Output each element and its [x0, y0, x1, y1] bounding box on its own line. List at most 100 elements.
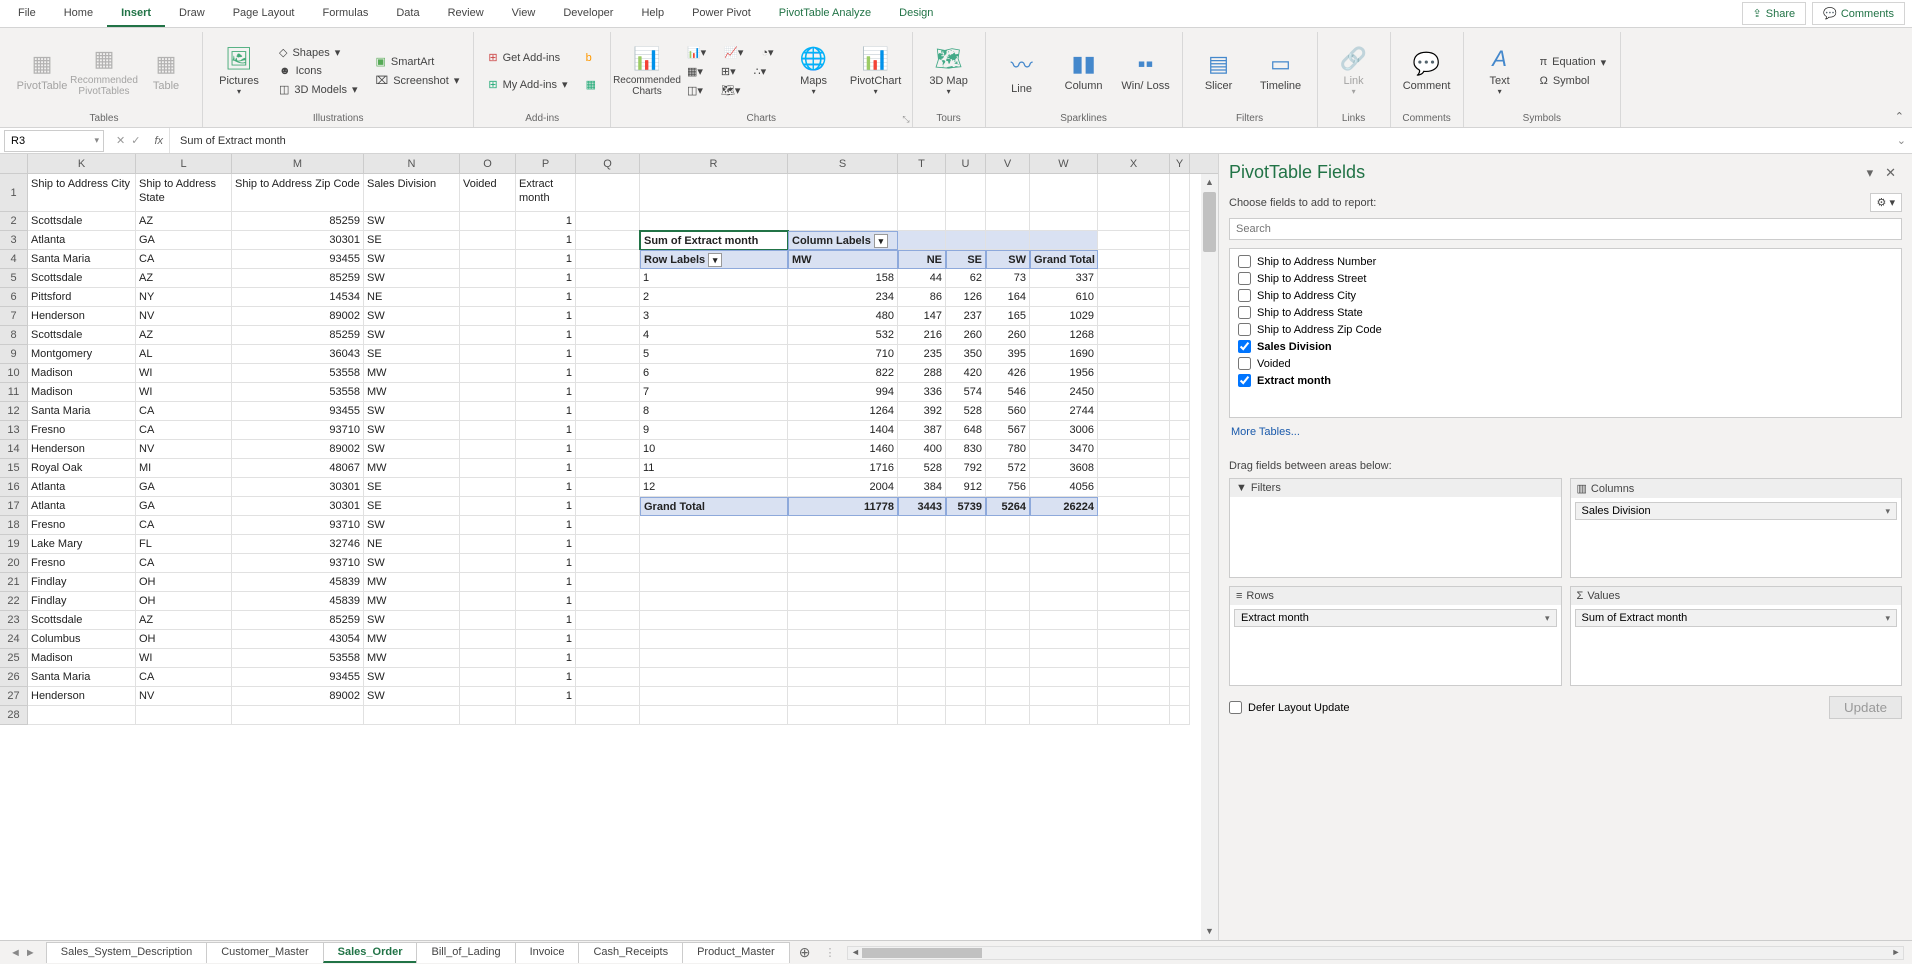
field-search-input[interactable]: [1229, 218, 1902, 240]
cell[interactable]: 384: [898, 478, 946, 497]
cell[interactable]: 45839: [232, 573, 364, 592]
cell[interactable]: 994: [788, 383, 898, 402]
sheet-nav-next[interactable]: ►: [25, 947, 36, 959]
cell[interactable]: 912: [946, 478, 986, 497]
cell[interactable]: [576, 459, 640, 478]
cell[interactable]: SE: [946, 250, 986, 269]
cell[interactable]: [1098, 231, 1170, 250]
cell[interactable]: [946, 668, 986, 687]
defer-checkbox[interactable]: [1229, 701, 1242, 714]
cell[interactable]: MI: [136, 459, 232, 478]
field-ship-to-address-zip-code[interactable]: Ship to Address Zip Code: [1230, 321, 1901, 338]
cell[interactable]: 93710: [232, 554, 364, 573]
cell[interactable]: 89002: [232, 687, 364, 706]
cell[interactable]: [788, 687, 898, 706]
cell[interactable]: 567: [986, 421, 1030, 440]
cell[interactable]: Santa Maria: [28, 668, 136, 687]
cell[interactable]: 2: [640, 288, 788, 307]
comment-button[interactable]: 💬Comment: [1399, 36, 1455, 106]
cell[interactable]: Columbus: [28, 630, 136, 649]
cell[interactable]: [1170, 687, 1190, 706]
tab-view[interactable]: View: [498, 1, 550, 27]
cell[interactable]: 1956: [1030, 364, 1098, 383]
cell[interactable]: 165: [986, 307, 1030, 326]
cell[interactable]: [986, 212, 1030, 231]
cell[interactable]: [1098, 307, 1170, 326]
cell[interactable]: MW: [364, 649, 460, 668]
horizontal-scrollbar[interactable]: ◄ ►: [847, 946, 1904, 960]
cell[interactable]: 10: [640, 440, 788, 459]
cell[interactable]: 85259: [232, 212, 364, 231]
cell[interactable]: [788, 649, 898, 668]
cell[interactable]: SW: [364, 250, 460, 269]
filters-area[interactable]: ▼Filters: [1229, 478, 1562, 578]
cell[interactable]: [1030, 668, 1098, 687]
link-button[interactable]: 🔗Link▾: [1326, 36, 1382, 106]
cell[interactable]: [1098, 212, 1170, 231]
cell[interactable]: [986, 630, 1030, 649]
cell[interactable]: [576, 345, 640, 364]
cell[interactable]: 1: [516, 630, 576, 649]
scroll-up-button[interactable]: ▲: [1201, 174, 1218, 191]
cell[interactable]: [1170, 288, 1190, 307]
rows-area[interactable]: ≡Rows Extract month▾: [1229, 586, 1562, 686]
cell[interactable]: 337: [1030, 269, 1098, 288]
cell[interactable]: 216: [898, 326, 946, 345]
field-ship-to-address-state[interactable]: Ship to Address State: [1230, 304, 1901, 321]
cell[interactable]: [1098, 573, 1170, 592]
cell[interactable]: [460, 611, 516, 630]
cell[interactable]: [640, 687, 788, 706]
cell[interactable]: [1098, 649, 1170, 668]
cell[interactable]: 12: [640, 478, 788, 497]
cell[interactable]: 3443: [898, 497, 946, 516]
field-voided[interactable]: Voided: [1230, 355, 1901, 372]
cell[interactable]: MW: [364, 630, 460, 649]
cell[interactable]: [1030, 687, 1098, 706]
cell[interactable]: [1170, 174, 1190, 212]
cell[interactable]: NV: [136, 687, 232, 706]
cell[interactable]: [898, 573, 946, 592]
cell[interactable]: [576, 497, 640, 516]
sheet-tab-product_master[interactable]: Product_Master: [682, 942, 790, 963]
cell[interactable]: CA: [136, 250, 232, 269]
cell[interactable]: [946, 535, 986, 554]
tab-draw[interactable]: Draw: [165, 1, 219, 27]
cell[interactable]: SW: [364, 440, 460, 459]
row-header-23[interactable]: 23: [0, 611, 28, 630]
cell[interactable]: [946, 231, 986, 250]
hscroll-right[interactable]: ►: [1889, 947, 1903, 957]
cell[interactable]: 1: [516, 250, 576, 269]
row-header-10[interactable]: 10: [0, 364, 28, 383]
scroll-down-button[interactable]: ▼: [1201, 923, 1218, 940]
cell[interactable]: MW: [364, 592, 460, 611]
cell[interactable]: 1: [640, 269, 788, 288]
cell[interactable]: 1: [516, 326, 576, 345]
cell[interactable]: [460, 592, 516, 611]
cell[interactable]: [460, 554, 516, 573]
cell[interactable]: CA: [136, 421, 232, 440]
cell[interactable]: [576, 668, 640, 687]
cell[interactable]: [576, 231, 640, 250]
cell[interactable]: SW: [364, 307, 460, 326]
cell[interactable]: 3: [640, 307, 788, 326]
cell[interactable]: 53558: [232, 364, 364, 383]
cell[interactable]: [898, 174, 946, 212]
cell[interactable]: [640, 535, 788, 554]
cell[interactable]: OH: [136, 592, 232, 611]
cell[interactable]: [1030, 592, 1098, 611]
field-checkbox[interactable]: [1238, 357, 1251, 370]
field-checkbox[interactable]: [1238, 323, 1251, 336]
row-header-16[interactable]: 16: [0, 478, 28, 497]
cell[interactable]: 3608: [1030, 459, 1098, 478]
cell[interactable]: SW: [364, 668, 460, 687]
cell[interactable]: 89002: [232, 307, 364, 326]
cell[interactable]: WI: [136, 364, 232, 383]
row-header-22[interactable]: 22: [0, 592, 28, 611]
cell[interactable]: [1170, 402, 1190, 421]
cell[interactable]: Henderson: [28, 307, 136, 326]
cell[interactable]: [28, 706, 136, 725]
cell[interactable]: [460, 288, 516, 307]
cell[interactable]: Findlay: [28, 592, 136, 611]
cell[interactable]: [640, 649, 788, 668]
cell[interactable]: [788, 573, 898, 592]
